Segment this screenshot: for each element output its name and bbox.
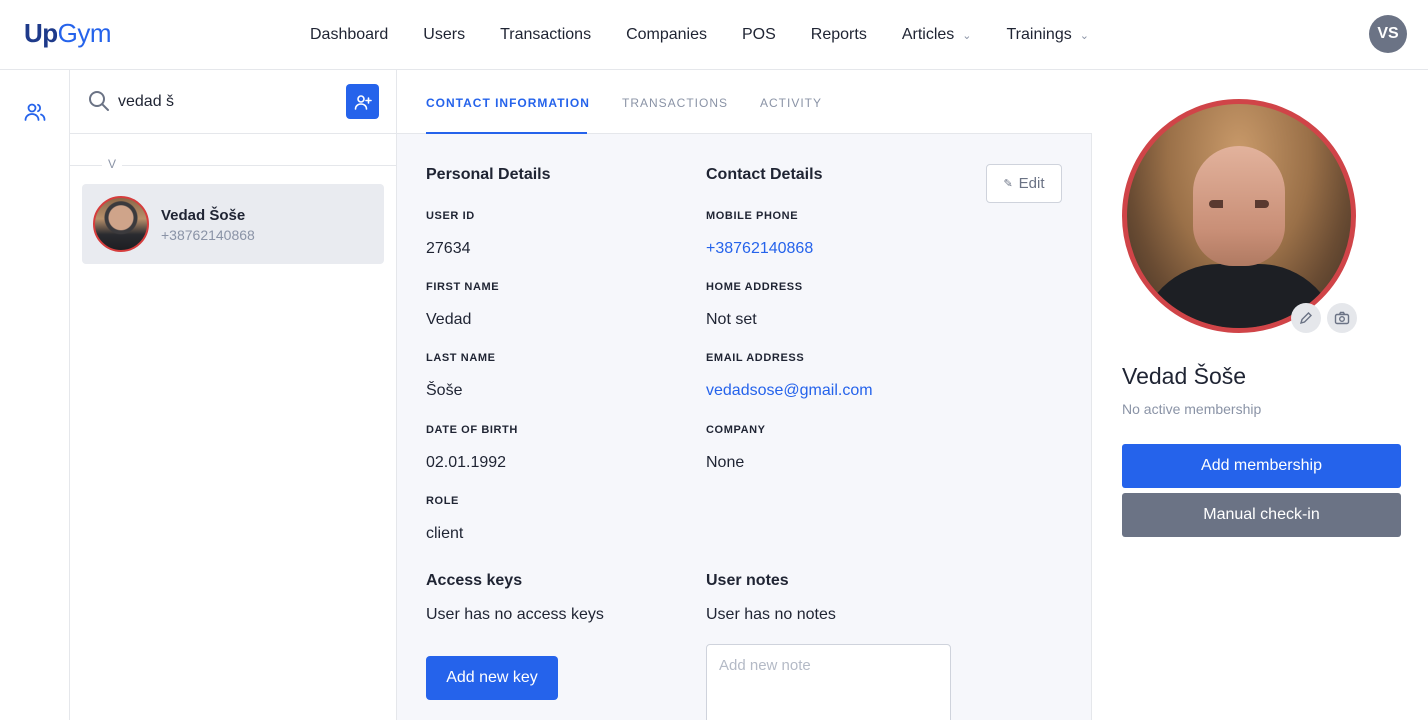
add-user-icon <box>354 94 372 110</box>
role-value: client <box>426 525 464 542</box>
user-list-item[interactable]: Vedad Šoše +38762140868 <box>82 184 384 264</box>
tab-contact-information[interactable]: CONTACT INFORMATION <box>426 96 590 110</box>
user-list-phone: +38762140868 <box>161 227 255 243</box>
user-details-panel: CONTACT INFORMATION TRANSACTIONS ACTIVIT… <box>397 70 1092 720</box>
nav-transactions[interactable]: Transactions <box>500 26 591 44</box>
nav-users[interactable]: Users <box>423 26 465 44</box>
nav-pos[interactable]: POS <box>742 26 776 44</box>
mobile-phone-link[interactable]: +38762140868 <box>706 240 813 258</box>
manual-checkin-button[interactable]: Manual check-in <box>1122 493 1401 537</box>
nav-reports-label: Reports <box>810 26 867 43</box>
detail-tabs: CONTACT INFORMATION TRANSACTIONS ACTIVIT… <box>397 70 1092 134</box>
nav-articles-label: Articles <box>901 26 955 43</box>
search-icon <box>88 90 110 112</box>
membership-status: No active membership <box>1122 401 1262 417</box>
company-value: None <box>706 454 745 471</box>
upgym-logo[interactable]: UpGym <box>24 18 112 49</box>
home-address-value: Not set <box>706 311 757 328</box>
group-letter: V <box>102 157 123 171</box>
personal-details-title: Personal Details <box>426 166 551 183</box>
access-keys-empty-text: User has no access keys <box>426 606 604 623</box>
user-search-panel: V Vedad Šoše +38762140868 <box>70 70 397 720</box>
edit-button[interactable]: ✎ Edit <box>986 164 1062 203</box>
take-photo-button[interactable] <box>1327 303 1357 333</box>
photo-eyes <box>1209 200 1269 208</box>
profile-name: Vedad Šoše <box>1122 363 1247 389</box>
nav-trainings-label: Trainings <box>1006 26 1072 43</box>
edit-button-label: Edit <box>1018 175 1045 192</box>
tab-activity[interactable]: ACTIVITY <box>760 96 822 110</box>
last-name-value: Šoše <box>426 382 463 399</box>
email-label: EMAIL ADDRESS <box>706 352 805 364</box>
user-id-value: 27634 <box>426 240 471 257</box>
nav-pos-label: POS <box>742 26 776 43</box>
pencil-icon <box>1299 312 1312 325</box>
add-user-button[interactable] <box>346 84 379 119</box>
logo-text-gym: Gym <box>57 18 112 48</box>
profile-panel: Vedad Šoše No active membership Add memb… <box>1092 70 1428 720</box>
access-keys-title: Access keys <box>426 572 523 589</box>
nav-companies-label: Companies <box>626 26 707 43</box>
first-name-label: FIRST NAME <box>426 281 500 293</box>
nav-transactions-label: Transactions <box>500 26 592 43</box>
main-nav: Dashboard Users Transactions Companies P… <box>310 0 1124 70</box>
nav-articles[interactable]: Articles ⌄ <box>902 26 972 44</box>
user-id-label: USER ID <box>426 210 475 222</box>
nav-companies[interactable]: Companies <box>626 26 707 44</box>
add-membership-button[interactable]: Add membership <box>1122 444 1401 488</box>
top-navbar: UpGym Dashboard Users Transactions Compa… <box>0 0 1428 70</box>
tab-transactions[interactable]: TRANSACTIONS <box>622 96 728 110</box>
nav-reports[interactable]: Reports <box>811 26 867 44</box>
email-link[interactable]: vedadsose@gmail.com <box>706 382 873 400</box>
user-thumbnail <box>93 196 149 252</box>
mobile-phone-label: MOBILE PHONE <box>706 210 799 222</box>
edit-photo-button[interactable] <box>1291 303 1321 333</box>
users-icon[interactable] <box>23 100 47 124</box>
nav-users-label: Users <box>423 26 466 43</box>
dob-value: 02.01.1992 <box>426 454 507 471</box>
first-name-value: Vedad <box>426 311 472 328</box>
camera-icon <box>1334 311 1350 325</box>
user-list-name: Vedad Šoše <box>161 207 246 224</box>
add-new-key-button[interactable]: Add new key <box>426 656 558 700</box>
profile-photo <box>1122 99 1356 333</box>
last-name-label: LAST NAME <box>426 352 496 364</box>
pencil-icon: ✎ <box>1003 178 1013 190</box>
role-label: ROLE <box>426 495 459 507</box>
user-avatar-menu[interactable]: VS <box>1369 15 1407 53</box>
add-note-textarea[interactable] <box>706 644 951 720</box>
search-input[interactable] <box>118 90 338 114</box>
chevron-down-icon: ⌄ <box>1079 29 1089 42</box>
dob-label: DATE OF BIRTH <box>426 424 518 436</box>
nav-dashboard-label: Dashboard <box>310 26 389 43</box>
search-bar <box>70 70 397 134</box>
chevron-down-icon: ⌄ <box>962 29 972 42</box>
contact-details-title: Contact Details <box>706 166 823 183</box>
user-notes-title: User notes <box>706 572 789 589</box>
active-tab-indicator <box>426 132 587 134</box>
nav-dashboard[interactable]: Dashboard <box>310 26 388 44</box>
user-notes-empty-text: User has no notes <box>706 606 836 623</box>
home-address-label: HOME ADDRESS <box>706 281 803 293</box>
nav-trainings[interactable]: Trainings ⌄ <box>1007 26 1089 44</box>
left-rail <box>0 70 70 720</box>
company-label: COMPANY <box>706 424 766 436</box>
logo-text-up: Up <box>24 18 58 48</box>
